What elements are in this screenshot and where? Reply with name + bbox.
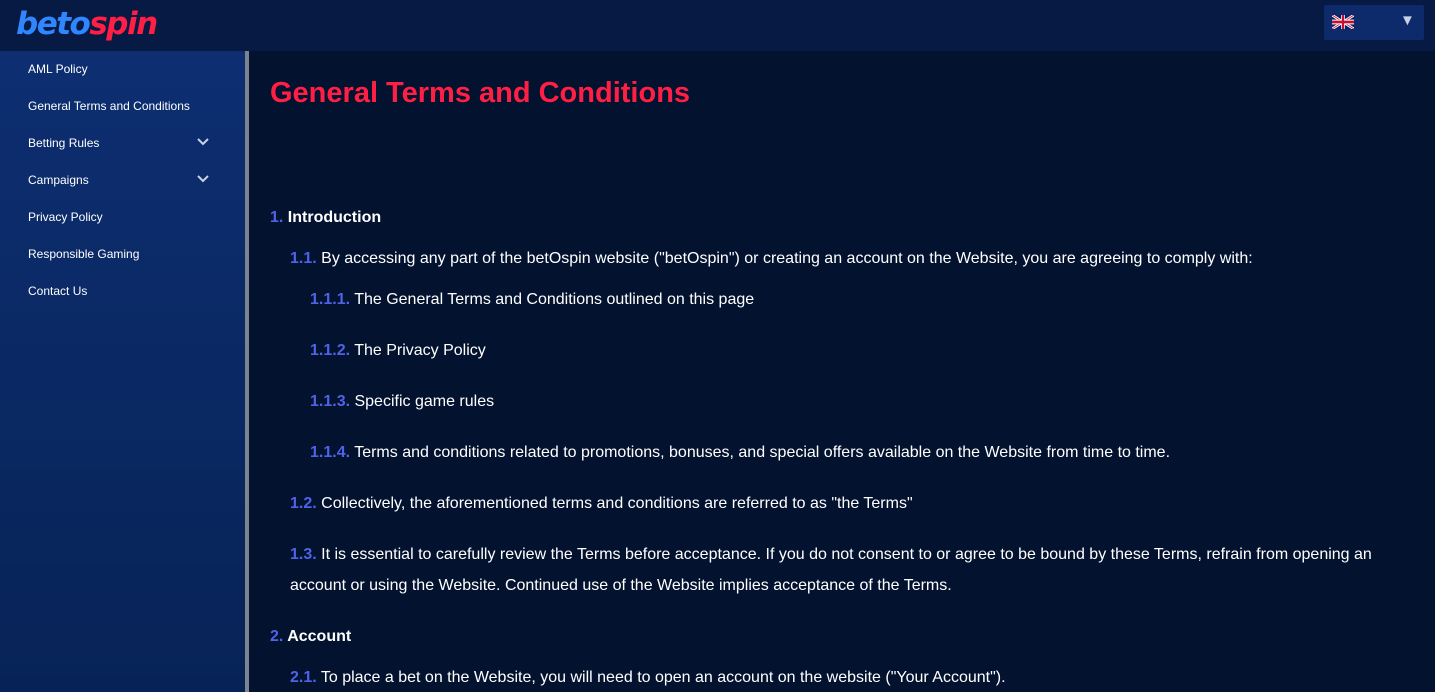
logo-text-part1: beto	[16, 6, 91, 42]
chevron-down-icon	[197, 138, 209, 146]
sub-clause-number: 1.1.3.	[310, 393, 351, 410]
clause: 1.3. It is essential to carefully review…	[290, 539, 1400, 601]
clause: 2.1. To place a bet on the Website, you …	[290, 662, 1410, 692]
clause-number: 1.3.	[290, 546, 317, 563]
sub-clause-text: Terms and conditions related to promotio…	[354, 444, 1171, 461]
clause-text: To place a bet on the Website, you will …	[320, 669, 1006, 686]
section-heading: 2. Account	[270, 621, 1420, 652]
section-heading: 1. Introduction	[270, 202, 1420, 233]
sidebar-item-label: Betting Rules	[28, 136, 100, 150]
sub-clause: 1.1.3. Specific game rules	[310, 386, 1410, 417]
section-title: Introduction	[287, 209, 382, 226]
language-selector[interactable]: ▼	[1324, 5, 1424, 40]
section-number: 1.	[270, 209, 284, 226]
clause-number: 1.1.	[290, 250, 317, 267]
caret-down-icon: ▼	[1400, 12, 1415, 29]
page-title: General Terms and Conditions	[270, 77, 691, 109]
clause-number: 1.2.	[290, 495, 317, 512]
sub-clause-text: The General Terms and Conditions outline…	[354, 291, 755, 308]
clause-text: By accessing any part of the betOspin we…	[321, 250, 1253, 267]
clause: 1.1. By accessing any part of the betOsp…	[290, 243, 1410, 274]
sidebar-item-campaigns[interactable]: Campaigns	[0, 162, 245, 199]
clause: 1.2. Collectively, the aforementioned te…	[290, 488, 1410, 519]
sidebar-item-aml-policy[interactable]: AML Policy	[0, 51, 245, 88]
sidebar-item-label: AML Policy	[28, 62, 88, 76]
sub-clause-number: 1.1.4.	[310, 444, 351, 461]
sub-clause-number: 1.1.2.	[310, 342, 351, 359]
top-bar: betospin ▼	[0, 0, 1435, 51]
clause-text: It is essential to carefully review the …	[290, 546, 1372, 594]
sub-clause-text: Specific game rules	[354, 393, 495, 410]
logo-text-part2: spin	[89, 6, 158, 42]
uk-flag-icon	[1332, 15, 1354, 29]
sub-clause: 1.1.2. The Privacy Policy	[310, 335, 1410, 366]
sub-clause: 1.1.4. Terms and conditions related to p…	[310, 437, 1410, 468]
clause-number: 2.1.	[290, 669, 317, 686]
sidebar-item-contact-us[interactable]: Contact Us	[0, 273, 245, 310]
sidebar-item-responsible-gaming[interactable]: Responsible Gaming	[0, 236, 245, 273]
sidebar-item-label: Contact Us	[28, 284, 88, 298]
sidebar-item-label: Responsible Gaming	[28, 247, 140, 261]
chevron-down-icon	[197, 175, 209, 183]
sub-clause-number: 1.1.1.	[310, 291, 351, 308]
section-title: Account	[287, 628, 352, 645]
sidebar-item-privacy-policy[interactable]: Privacy Policy	[0, 199, 245, 236]
sub-clause-text: The Privacy Policy	[354, 342, 486, 359]
main-content: General Terms and Conditions 1. Introduc…	[249, 51, 1435, 692]
section-number: 2.	[270, 628, 284, 645]
sidebar-item-label: Privacy Policy	[28, 210, 103, 224]
sidebar-item-betting-rules[interactable]: Betting Rules	[0, 125, 245, 162]
sidebar-item-label: General Terms and Conditions	[28, 99, 190, 113]
sidebar: AML Policy General Terms and Conditions …	[0, 51, 245, 692]
clause-text: Collectively, the aforementioned terms a…	[321, 495, 913, 512]
sub-clause: 1.1.1. The General Terms and Conditions …	[310, 284, 1410, 315]
betospin-logo[interactable]: betospin	[16, 4, 158, 44]
sidebar-item-label: Campaigns	[28, 173, 89, 187]
sidebar-item-general-terms[interactable]: General Terms and Conditions	[0, 88, 245, 125]
